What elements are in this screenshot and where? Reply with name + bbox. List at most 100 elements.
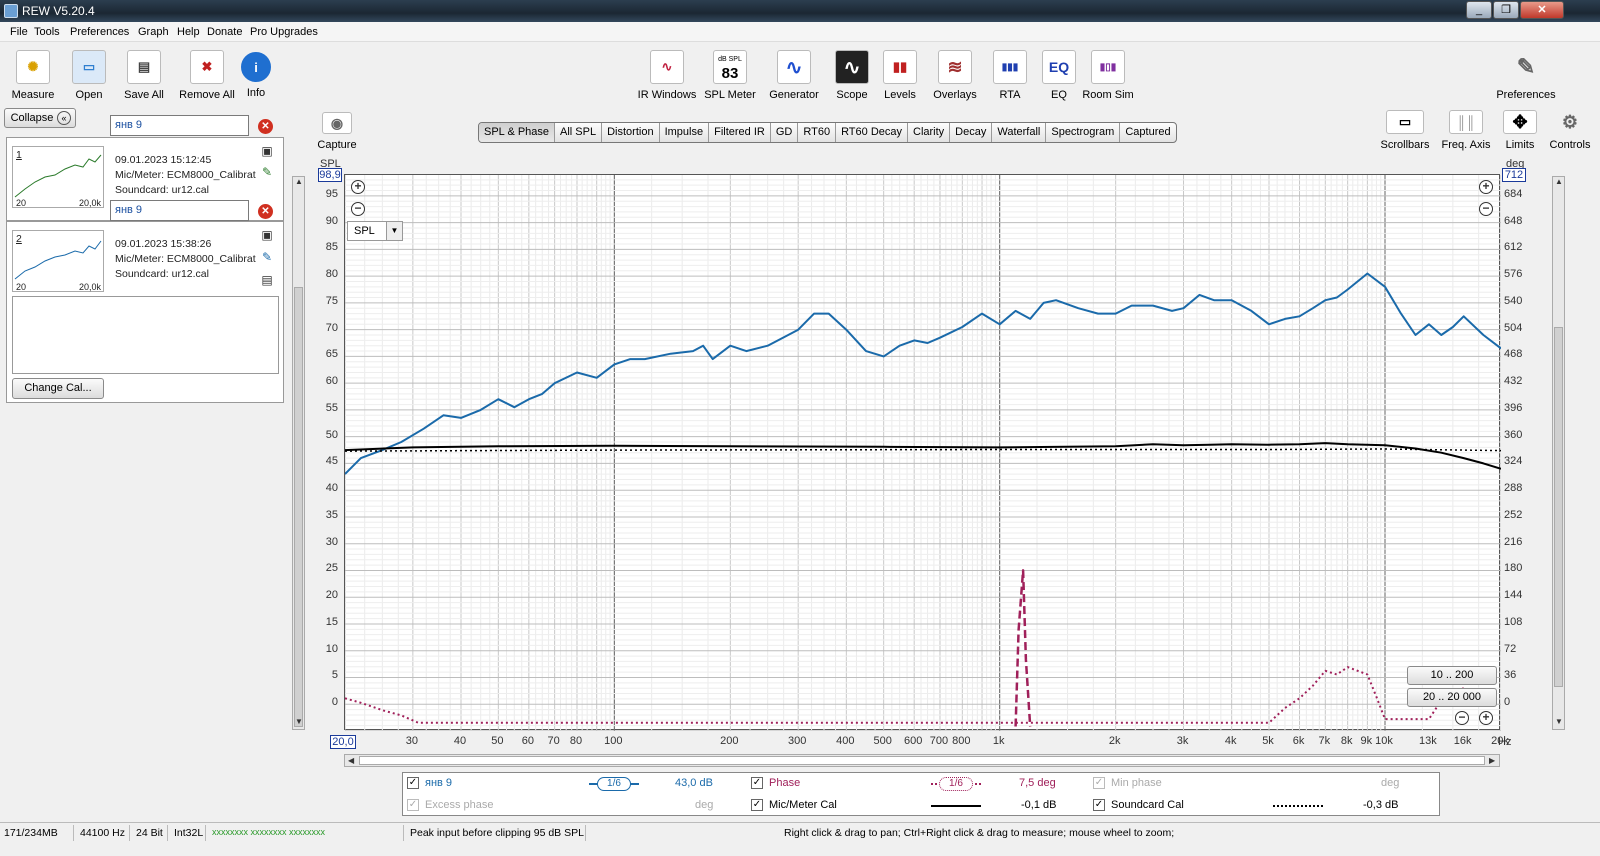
measurement-name-field-1[interactable]: янв 9 [110, 115, 249, 136]
edit-color-icon[interactable]: ✎ [259, 164, 275, 180]
eq-button[interactable]: EQ EQ [1040, 50, 1078, 101]
generator-button[interactable]: ∿ Generator [766, 50, 822, 101]
menu-file[interactable]: File [10, 26, 28, 38]
zoom-out-right-icon[interactable]: − [1479, 202, 1493, 216]
menu-tools[interactable]: Tools [34, 26, 60, 38]
freq-axis-button[interactable]: ║║ Freq. Axis [1440, 110, 1492, 151]
info-button[interactable]: i Info [238, 50, 274, 99]
y2-tick-label: 576 [1504, 268, 1523, 281]
range-20-20000-button[interactable]: 20 .. 20 000 [1407, 688, 1497, 707]
controls-button[interactable]: ⚙ Controls [1546, 110, 1594, 152]
tab-captured[interactable]: Captured [1120, 123, 1175, 142]
tab-waterfall[interactable]: Waterfall [992, 123, 1047, 142]
h-scroll-thumb[interactable] [359, 756, 1485, 765]
range-10-200-button[interactable]: 10 .. 200 [1407, 666, 1497, 685]
tab-rt60-decay[interactable]: RT60 Decay [836, 123, 908, 142]
spl-meter-button[interactable]: dB SPL 83 SPL Meter [702, 50, 758, 101]
save-measurement-2-icon[interactable]: ▣ [259, 227, 275, 243]
minimize-button[interactable]: _ [1466, 1, 1492, 19]
tab-impulse[interactable]: Impulse [660, 123, 710, 142]
tab-rt60[interactable]: RT60 [798, 123, 837, 142]
remove-measurement-2-icon[interactable]: ✕ [258, 204, 273, 219]
save-all-button[interactable]: ▤ Save All [118, 50, 170, 101]
v-scroll-thumb[interactable] [1554, 327, 1563, 687]
panel-scroll-thumb[interactable] [294, 287, 303, 727]
menu-preferences[interactable]: Preferences [70, 26, 129, 38]
x-min-field[interactable]: 20,0 [330, 735, 356, 749]
levels-button[interactable]: ▮▮ Levels [880, 50, 920, 101]
collapse-button[interactable]: Collapse « [4, 108, 76, 128]
menu-pro-upgrades[interactable]: Pro Upgrades [250, 26, 318, 38]
scrollbars-button[interactable]: ▭ Scrollbars [1380, 110, 1430, 151]
x-tick-label: 10k [1375, 735, 1393, 747]
x-tick-label: 7k [1318, 735, 1331, 747]
tab-all-spl[interactable]: All SPL [555, 123, 603, 142]
menu-help[interactable]: Help [177, 26, 200, 38]
tab-distortion[interactable]: Distortion [602, 123, 660, 142]
legend-checkbox-mic-cal[interactable]: ✓ [751, 799, 763, 811]
remove-measurement-1-icon[interactable]: ✕ [258, 119, 273, 134]
measurement-name-field-2[interactable]: янв 9 [110, 200, 249, 221]
legend-checkbox-phase[interactable]: ✓ [751, 777, 763, 789]
x-tick-label: 6k [1292, 735, 1305, 747]
smoothing-spl[interactable]: 1/6 [597, 777, 631, 791]
smoothing-phase[interactable]: 1/6 [939, 777, 973, 791]
scope-button[interactable]: ∿ Scope [832, 50, 872, 101]
rta-icon: ▮▮▮ [993, 50, 1027, 84]
graph-scrollbar-horizontal[interactable]: ◀ ▶ [344, 754, 1500, 767]
y-max-field[interactable]: 98,9 [318, 168, 342, 182]
tab-spl-phase[interactable]: SPL & Phase [479, 123, 556, 142]
chevron-down-icon[interactable]: ▼ [386, 222, 402, 240]
measurement-soundcard-2: Soundcard: ur12.cal [115, 268, 209, 280]
scroll-up-icon[interactable]: ▲ [295, 177, 303, 186]
panel-scrollbar[interactable]: ▲ ▼ [292, 176, 305, 730]
close-button[interactable]: ✕ [1520, 1, 1564, 19]
legend-checkbox-spl[interactable]: ✓ [407, 777, 419, 789]
remove-all-button[interactable]: ✖ Remove All [176, 50, 238, 101]
v-scroll-up-icon[interactable]: ▲ [1555, 177, 1563, 186]
measure-button[interactable]: ✺ Measure [10, 50, 56, 101]
room-sim-button[interactable]: ▮▯▮ Room Sim [1082, 50, 1134, 101]
h-scroll-left-icon[interactable]: ◀ [348, 756, 354, 765]
y-tick-label: 40 [325, 482, 338, 495]
notes-area[interactable] [12, 296, 279, 374]
chart-canvas[interactable] [344, 175, 1502, 732]
tab-filtered-ir[interactable]: Filtered IR [709, 123, 771, 142]
x-zoom-in-icon[interactable]: + [1479, 711, 1493, 725]
measurement-panel-2[interactable]: 2 20 20,0k 09.01.2023 15:38:26 Mic/Meter… [6, 221, 284, 403]
tab-spectrogram[interactable]: Spectrogram [1046, 123, 1121, 142]
ir-windows-button[interactable]: ∿ IR Windows [636, 50, 698, 101]
tab-decay[interactable]: Decay [950, 123, 993, 142]
menu-graph[interactable]: Graph [138, 26, 169, 38]
scroll-down-icon[interactable]: ▼ [295, 717, 303, 726]
tab-clarity[interactable]: Clarity [908, 123, 951, 142]
y-tick-label: 55 [325, 401, 338, 414]
limits-button[interactable]: ✥ Limits [1500, 110, 1540, 151]
zoom-out-icon[interactable]: − [351, 202, 365, 216]
y2-max-field[interactable]: 712 [1502, 168, 1526, 182]
spl-selector[interactable]: SPL ▼ [347, 221, 403, 241]
tab-gd[interactable]: GD [771, 123, 799, 142]
edit-color-2-icon[interactable]: ✎ [259, 249, 275, 265]
zoom-in-right-icon[interactable]: + [1479, 180, 1493, 194]
h-scroll-right-icon[interactable]: ▶ [1489, 756, 1495, 765]
zoom-in-icon[interactable]: + [351, 180, 365, 194]
graph-scrollbar-vertical[interactable]: ▲ ▼ [1552, 176, 1565, 730]
spl-phase-graph[interactable]: + − + − SPL ▼ 10 .. 200 20 .. 20 000 − + [344, 174, 1502, 732]
x-zoom-out-icon[interactable]: − [1455, 711, 1469, 725]
legend-name-soundcard-cal: Soundcard Cal [1111, 799, 1184, 811]
menu-donate[interactable]: Donate [207, 26, 242, 38]
preferences-button[interactable]: ✎ Preferences [1494, 50, 1558, 101]
open-button[interactable]: ▭ Open [66, 50, 112, 101]
y2-tick-label: 252 [1504, 508, 1523, 521]
v-scroll-down-icon[interactable]: ▼ [1555, 717, 1563, 726]
overlays-button[interactable]: ≋ Overlays [930, 50, 980, 101]
maximize-button[interactable]: ❐ [1493, 1, 1519, 19]
change-cal-button[interactable]: Change Cal... [12, 378, 104, 399]
save-measurement-icon[interactable]: ▣ [259, 143, 275, 159]
notes-icon[interactable]: ▤ [259, 272, 275, 288]
capture-button[interactable]: ◉ Capture [316, 112, 358, 151]
y-tick-label: 5 [331, 669, 338, 682]
legend-checkbox-soundcard-cal[interactable]: ✓ [1093, 799, 1105, 811]
rta-button[interactable]: ▮▮▮ RTA [990, 50, 1030, 101]
